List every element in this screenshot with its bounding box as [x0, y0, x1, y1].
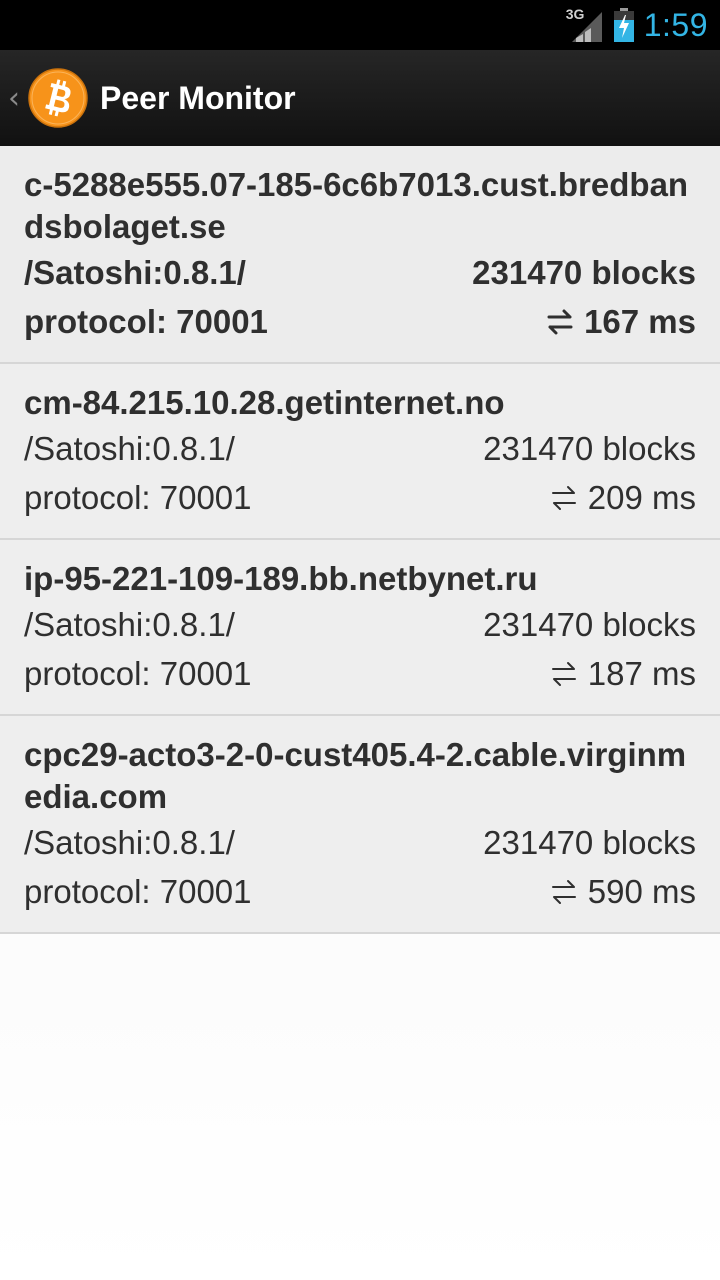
peer-list-item[interactable]: cm-84.215.10.28.getinternet.no /Satoshi:…	[0, 364, 720, 540]
status-bar: 3G 1:59	[0, 0, 720, 50]
peer-list-item[interactable]: ip-95-221-109-189.bb.netbynet.ru /Satosh…	[0, 540, 720, 716]
peer-protocol-line: protocol: 70001 209 ms	[24, 473, 696, 522]
up-caret-icon: ‹	[8, 80, 20, 116]
peer-version-line: /Satoshi:0.8.1/ 231470 blocks	[24, 424, 696, 473]
peer-user-agent: /Satoshi:0.8.1/	[24, 606, 235, 643]
peer-user-agent: /Satoshi:0.8.1/	[24, 824, 235, 861]
peer-list-item[interactable]: c-5288e555.07-185-6c6b7013.cust.bredband…	[0, 146, 720, 364]
peer-protocol-line: protocol: 70001 187 ms	[24, 649, 696, 698]
peer-user-agent: /Satoshi:0.8.1/	[24, 254, 246, 291]
battery-charging-icon	[613, 8, 634, 42]
peer-host: ip-95-221-109-189.bb.netbynet.ru	[24, 560, 538, 597]
peer-list-item[interactable]: cpc29-acto3-2-0-cust405.4-2.cable.virgin…	[0, 716, 720, 934]
page-title: Peer Monitor	[100, 79, 296, 116]
peer-blocks: 231470 blocks	[483, 606, 696, 643]
signal-icon: 3G	[566, 6, 604, 42]
peer-protocol: protocol: 70001	[24, 655, 252, 692]
peer-blocks: 231470 blocks	[483, 824, 696, 861]
peer-ping: 209 ms	[550, 473, 696, 522]
bitcoin-logo-icon	[28, 68, 88, 128]
peer-ping: 187 ms	[550, 649, 696, 698]
ping-arrows-icon	[550, 878, 578, 906]
peer-ping-value: 590 ms	[587, 873, 696, 910]
peer-blocks: 231470 blocks	[472, 254, 696, 291]
peer-protocol: protocol: 70001	[24, 479, 252, 516]
peer-ping: 590 ms	[550, 867, 696, 916]
ping-arrows-icon	[546, 308, 574, 336]
peer-protocol: protocol: 70001	[24, 873, 252, 910]
screen: 3G 1:59 ‹ Peer Monitor c-5288e555.07-185…	[0, 0, 720, 1280]
peer-protocol-line: protocol: 70001 167 ms	[24, 297, 696, 346]
peer-protocol-line: protocol: 70001 590 ms	[24, 867, 696, 916]
peer-version-line: /Satoshi:0.8.1/ 231470 blocks	[24, 818, 696, 867]
peer-ping-value: 187 ms	[587, 655, 696, 692]
peer-blocks: 231470 blocks	[483, 430, 696, 467]
peer-ping-value: 167 ms	[584, 303, 696, 340]
status-icons: 3G 1:59	[566, 0, 708, 50]
peer-list: c-5288e555.07-185-6c6b7013.cust.bredband…	[0, 146, 720, 934]
clock: 1:59	[643, 6, 708, 43]
peer-host: cpc29-acto3-2-0-cust405.4-2.cable.virgin…	[24, 736, 687, 815]
ping-arrows-icon	[550, 660, 578, 688]
peer-ping-value: 209 ms	[587, 479, 696, 516]
peer-host: c-5288e555.07-185-6c6b7013.cust.bredband…	[24, 166, 689, 245]
peer-version-line: /Satoshi:0.8.1/ 231470 blocks	[24, 248, 696, 297]
home-up-button[interactable]: ‹	[0, 50, 88, 146]
ping-arrows-icon	[550, 484, 578, 512]
peer-host: cm-84.215.10.28.getinternet.no	[24, 384, 505, 421]
peer-version-line: /Satoshi:0.8.1/ 231470 blocks	[24, 600, 696, 649]
peer-ping: 167 ms	[546, 297, 696, 346]
peer-user-agent: /Satoshi:0.8.1/	[24, 430, 235, 467]
action-bar: ‹ Peer Monitor	[0, 50, 720, 146]
peer-protocol: protocol: 70001	[24, 303, 268, 340]
